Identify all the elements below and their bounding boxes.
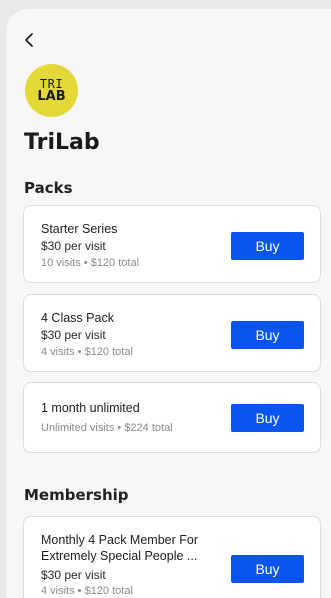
membership-name-line2: Extremely Special People ...	[41, 549, 198, 563]
pack-meta: 10 visits • $120 total	[41, 257, 140, 269]
pack-name: Starter Series	[41, 222, 118, 236]
buy-button[interactable]: Buy	[231, 404, 304, 432]
membership-name-line1: Monthly 4 Pack Member For	[41, 533, 198, 547]
buy-button[interactable]: Buy	[231, 555, 304, 583]
chevron-left-icon	[25, 33, 33, 47]
pack-name: 4 Class Pack	[41, 311, 114, 325]
pack-meta: 4 visits • $120 total	[41, 346, 133, 358]
pack-card: 4 Class Pack $30 per visit 4 visits • $1…	[23, 294, 321, 372]
studio-logo: TRI LAB	[25, 64, 78, 117]
membership-price: $30 per visit	[41, 568, 106, 582]
studio-name: TriLab	[24, 130, 100, 155]
pack-price: $30 per visit	[41, 328, 106, 342]
back-button[interactable]	[20, 31, 38, 49]
membership-section-title: Membership	[24, 486, 129, 504]
packs-section-title: Packs	[24, 179, 73, 197]
pack-card: Starter Series $30 per visit 10 visits •…	[23, 205, 321, 283]
logo-text-line2: LAB	[37, 89, 66, 104]
pack-price: $30 per visit	[41, 239, 106, 253]
pack-meta: Unlimited visits • $224 total	[41, 422, 173, 434]
pack-card: 1 month unlimited Unlimited visits • $22…	[23, 382, 321, 453]
membership-card: Monthly 4 Pack Member For Extremely Spec…	[23, 516, 321, 598]
booking-sheet: TRI LAB TriLab Packs Starter Series $30 …	[6, 9, 331, 598]
membership-meta: 4 visits • $120 total	[41, 585, 133, 597]
buy-button[interactable]: Buy	[231, 321, 304, 349]
pack-name: 1 month unlimited	[41, 401, 140, 415]
buy-button[interactable]: Buy	[231, 232, 304, 260]
